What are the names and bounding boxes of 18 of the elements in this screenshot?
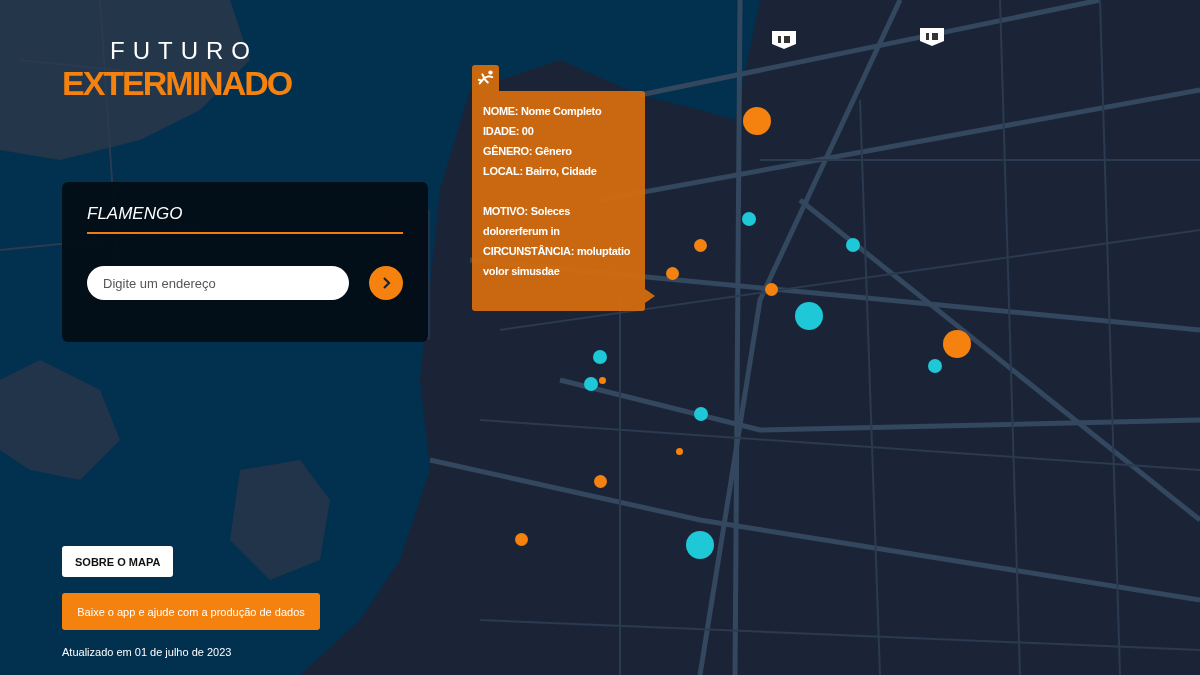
tooltip-text: LOCAL: Bairro, Cidade xyxy=(483,164,598,179)
chevron-right-icon xyxy=(381,276,391,290)
map-marker[interactable] xyxy=(598,376,606,384)
tooltip-text: GÊNERO: Gênero xyxy=(483,144,573,159)
logo-title: EXTERMINADO xyxy=(62,64,292,102)
neighborhood-title: FLAMENGO xyxy=(87,204,403,234)
highway-shield-icon xyxy=(919,27,945,47)
updated-date: Atualizado em 01 de julho de 2023 xyxy=(62,646,232,658)
tooltip-text: IDADE: 00 xyxy=(483,124,535,139)
about-map-button[interactable]: SOBRE O MAPA xyxy=(62,546,174,577)
address-field[interactable]: Digite um endereço xyxy=(87,266,349,300)
tooltip-text: NOME: Nome Completo xyxy=(483,104,603,119)
tooltip-text: CIRCUNSTÂNCIA: moluptatio volor simusdae xyxy=(483,244,632,279)
highway-shield-icon xyxy=(771,30,797,50)
go-button[interactable] xyxy=(369,266,403,300)
logo-title: FUTURO xyxy=(110,38,258,64)
tooltip-text: MOTIVO: Soleces dolorerferum in xyxy=(483,204,572,239)
map-marker[interactable] xyxy=(675,447,683,455)
